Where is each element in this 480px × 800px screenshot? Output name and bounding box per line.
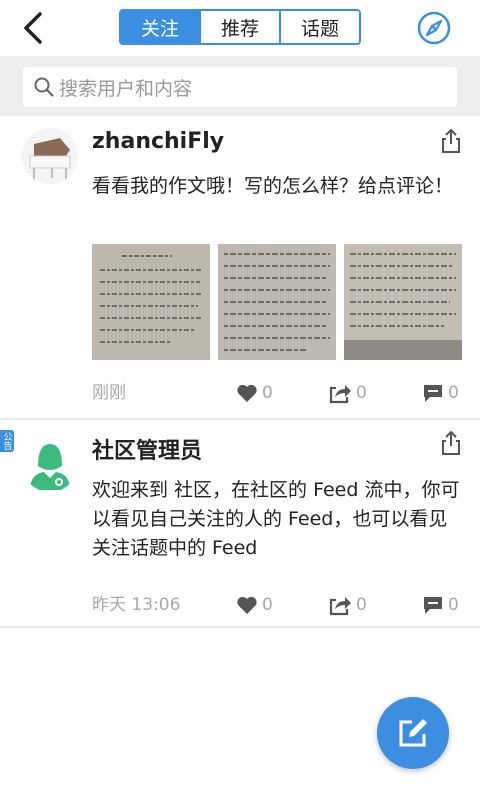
announcement-badge: 公告 [0,430,14,452]
comment-icon [424,385,442,402]
like-button[interactable]: 0 [236,380,273,406]
share-icon [442,430,460,455]
post-username[interactable]: 社区管理员 [92,433,202,465]
search-icon [34,77,54,97]
post-image-thumbnail[interactable] [218,244,336,360]
post-time: 刚刚 [92,383,126,403]
post-image-thumbnail[interactable] [344,244,462,360]
back-arrow-icon [24,12,42,44]
compose-button[interactable] [377,697,449,769]
piano-avatar-icon [22,128,78,184]
comment-button[interactable]: 0 [422,592,459,618]
discover-button[interactable] [416,10,452,46]
post-content: 欢迎来到 社区，在社区的 Feed 流中，你可以看见自己关注的人的 Feed，也… [92,479,460,559]
top-bar: 关注 推荐 话题 [0,0,480,56]
comment-count: 0 [448,595,459,615]
edit-icon [399,719,427,747]
post-time: 昨天 13:06 [92,595,181,615]
avatar[interactable] [22,128,78,184]
avatar[interactable] [22,436,78,492]
repost-button[interactable]: 0 [328,380,367,406]
post-content: 看看我的作文哦！写的怎么样？给点评论！ [92,175,454,197]
handwritten-page-image [92,244,210,360]
divider [0,626,480,628]
comment-icon [424,597,442,614]
heart-icon [237,596,257,614]
search-placeholder: 搜索用户和内容 [59,77,193,100]
search-input[interactable]: 搜索用户和内容 [23,67,457,107]
repost-count: 0 [356,595,367,615]
share-icon [442,128,460,153]
feed-post[interactable]: 公告 社区管理员 欢迎来到 社区，在社区的 Feed 流中，你可以看见自己关注的… [0,420,480,626]
like-count: 0 [262,383,273,403]
tab-following[interactable]: 关注 [121,11,199,43]
post-image-thumbnail[interactable] [92,244,210,360]
share-button[interactable] [440,128,462,154]
compass-icon [417,11,451,45]
comment-count: 0 [448,383,459,403]
repost-icon [329,597,351,616]
comment-button[interactable]: 0 [422,380,459,406]
share-button[interactable] [440,430,462,456]
heart-icon [237,384,257,402]
repost-button[interactable]: 0 [328,592,367,618]
like-button[interactable]: 0 [236,592,273,618]
handwritten-page-image [344,244,462,360]
like-count: 0 [262,595,273,615]
tab-recommended[interactable]: 推荐 [199,11,279,43]
feed-tabs: 关注 推荐 话题 [119,9,361,45]
feed-post[interactable]: zhanchiFly 看看我的作文哦！写的怎么样？给点评论！ 刚刚 0 0 0 [0,116,480,418]
tab-topics[interactable]: 话题 [279,11,359,43]
search-bar: 搜索用户和内容 [0,56,480,116]
post-meta: 昨天 13:06 0 0 0 [92,592,462,618]
back-button[interactable] [14,8,54,48]
handwritten-page-image [218,244,336,360]
post-images [92,244,462,360]
admin-user-icon [22,436,78,492]
repost-count: 0 [356,383,367,403]
post-meta: 刚刚 0 0 0 [92,380,462,406]
post-username[interactable]: zhanchiFly [92,129,224,154]
repost-icon [329,385,351,404]
